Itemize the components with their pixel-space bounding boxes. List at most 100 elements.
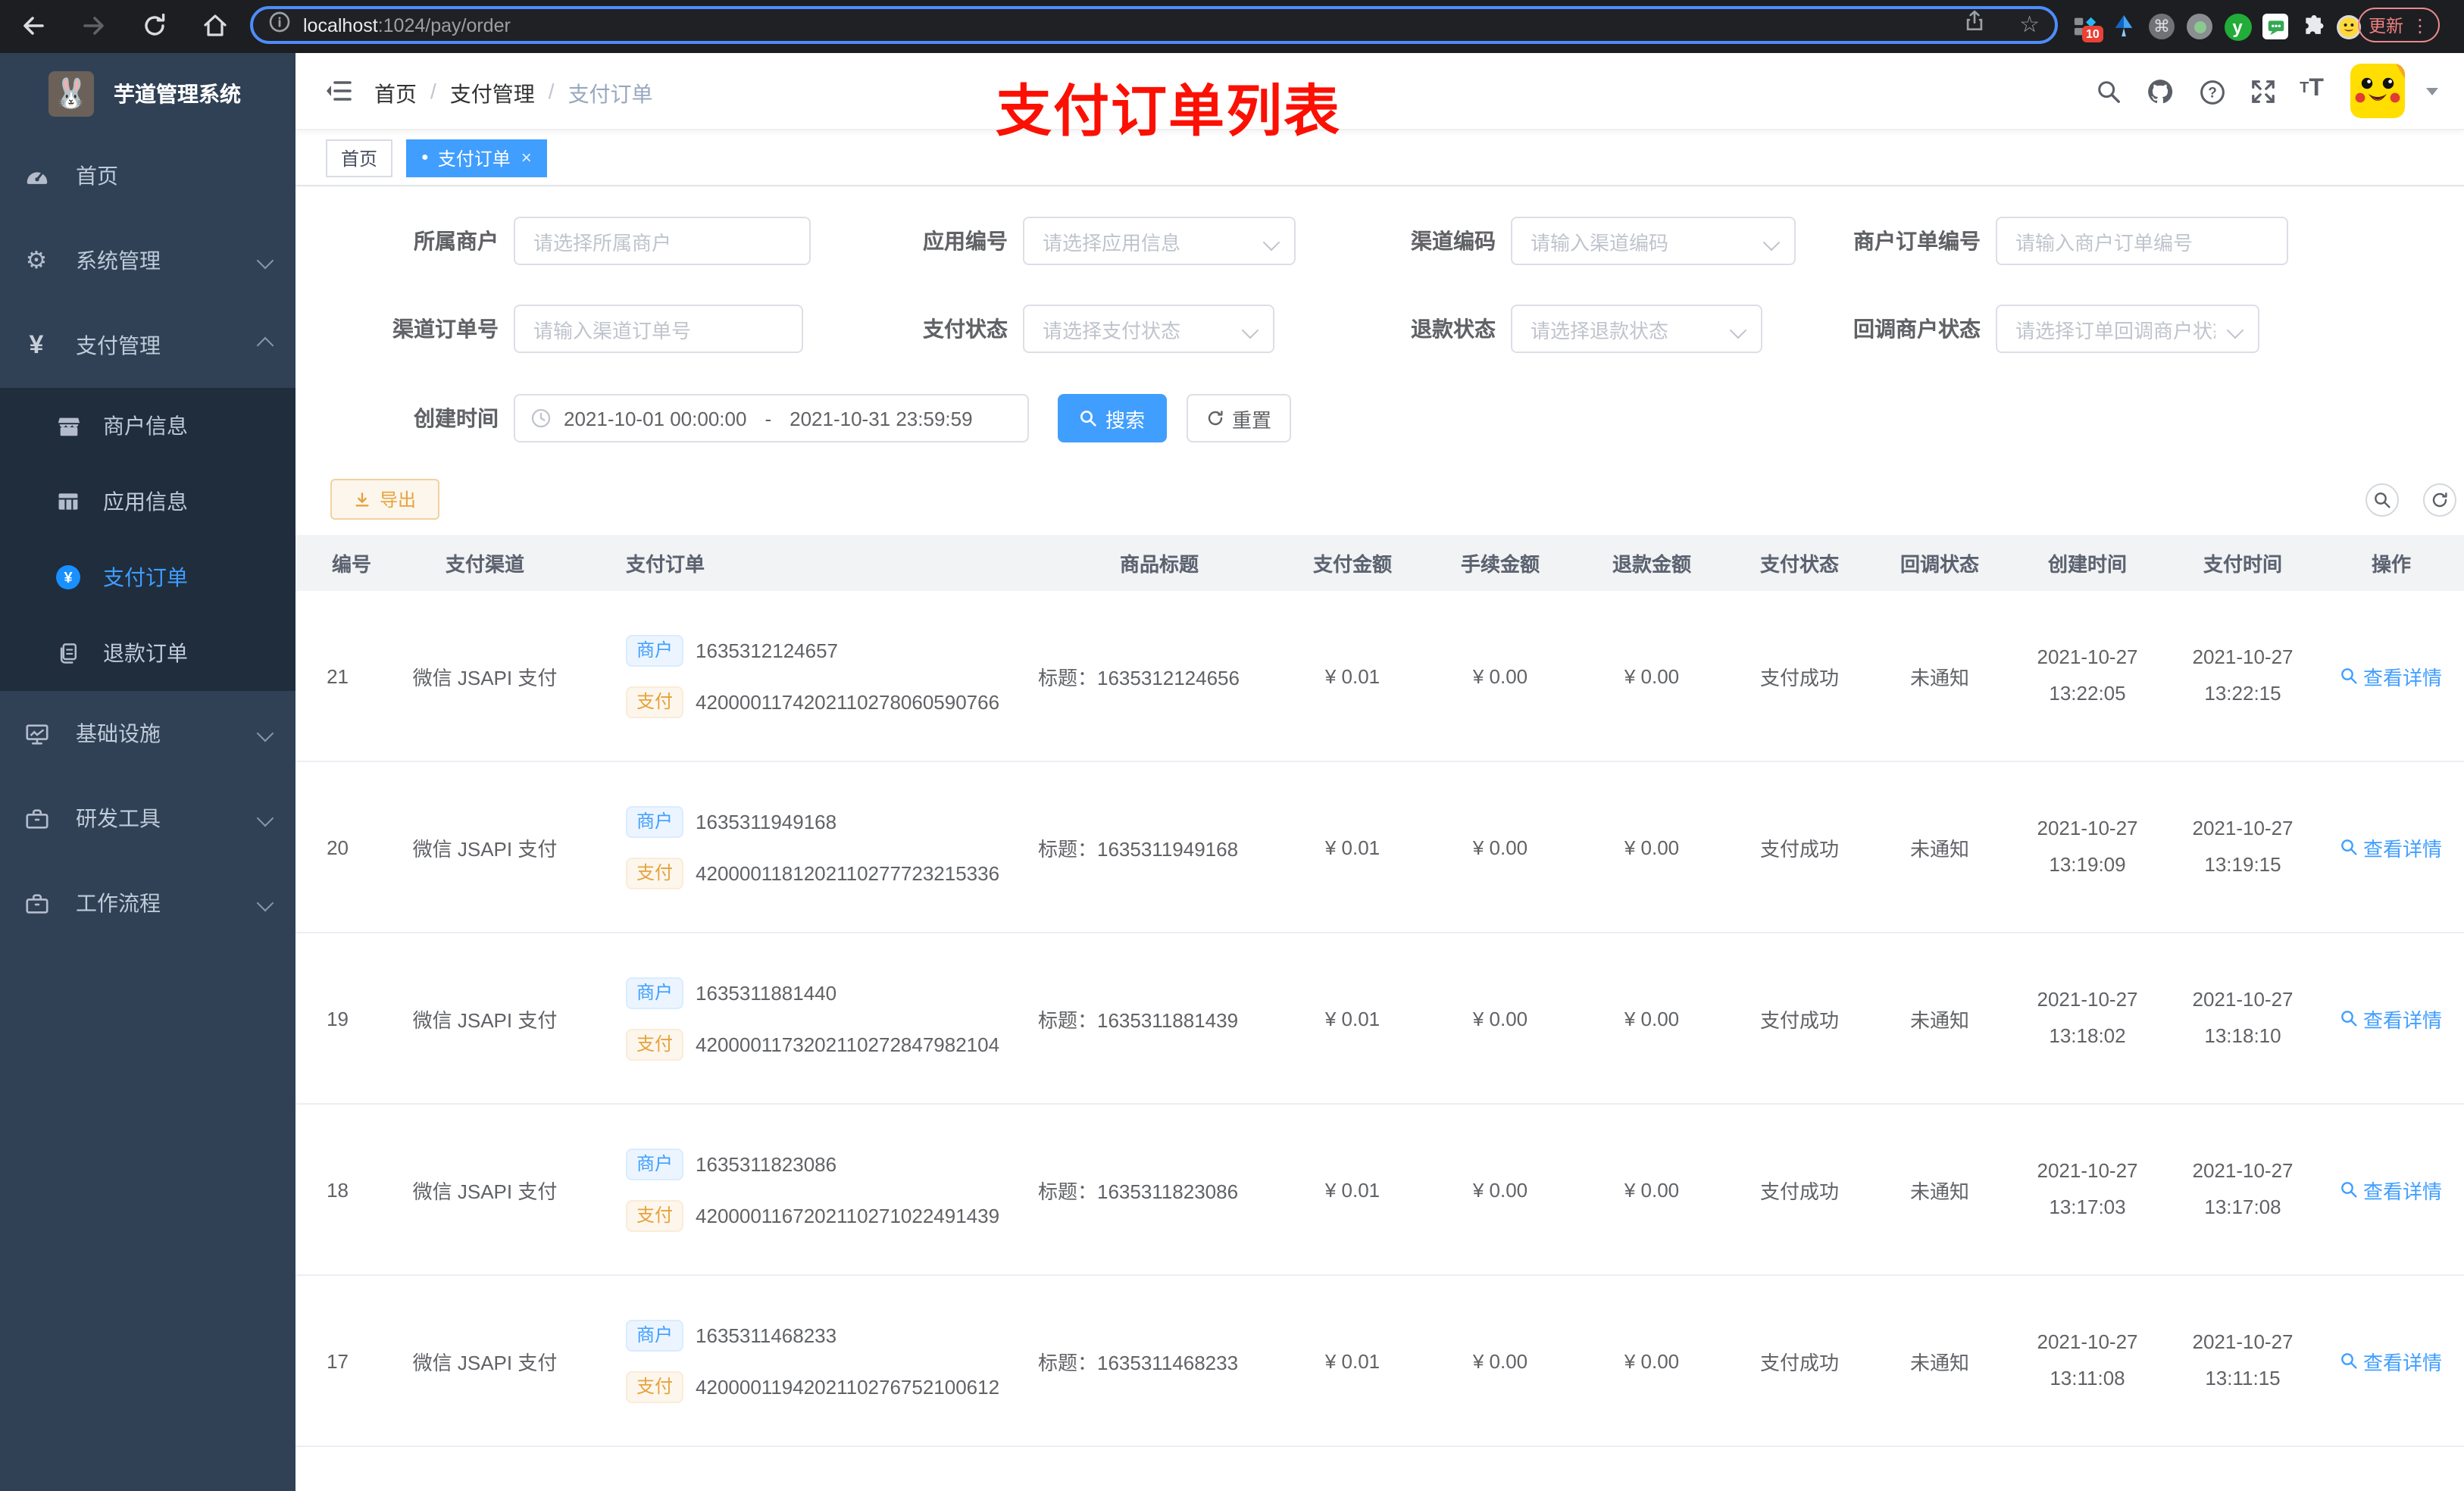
channel-code-select[interactable]: 请输入渠道编码 (1511, 217, 1796, 265)
chevron-down-icon (1762, 233, 1781, 252)
active-dot-icon: ● (421, 150, 429, 164)
font-size-icon[interactable]: TT (2297, 74, 2326, 103)
site-info-icon[interactable] (268, 10, 291, 40)
tag-home[interactable]: 首页 (326, 139, 393, 177)
cell-amount: ¥ 0.01 (1324, 664, 1381, 687)
extension-chat-icon[interactable] (2261, 12, 2290, 41)
header-search-icon[interactable] (2094, 77, 2123, 106)
table-header-row: 编号 支付渠道 支付订单 商品标题 支付金额 手续金额 退款金额 支付状态 回调… (295, 535, 2464, 591)
sidebar-item-dev-tools[interactable]: 研发工具 (0, 776, 295, 861)
placeholder: 请选择订单回调商户状态 (2015, 319, 2215, 342)
extensions-puzzle-icon[interactable] (2299, 12, 2328, 41)
extension-y-icon[interactable]: y (2223, 12, 2252, 41)
filter-label-merchant: 所属商户 (414, 229, 499, 253)
extension-command-icon[interactable]: ⌘ (2147, 12, 2176, 41)
github-icon[interactable] (2146, 77, 2175, 106)
create-time-range-input[interactable]: 2021-10-01 00:00:00 - 2021-10-31 23:59:5… (514, 394, 1029, 442)
browser-back-icon[interactable] (20, 12, 47, 39)
cell-title: 标题：1635311468233 (1038, 1351, 1239, 1374)
browser-reload-icon[interactable] (141, 12, 168, 39)
browser-update-button[interactable]: 更新 ⋮ (2358, 8, 2440, 42)
cell-notify-status: 未通知 (1909, 1180, 1969, 1202)
refresh-table-button[interactable] (2423, 483, 2456, 517)
avatar[interactable] (2350, 64, 2405, 118)
cell-pay-status: 支付成功 (1759, 1351, 1839, 1374)
filter-label-callback: 回调商户状态 (1853, 317, 1981, 341)
tag-pay-order-active[interactable]: ● 支付订单 × (406, 139, 547, 177)
extension-tasks-icon[interactable]: 10 (2072, 12, 2103, 42)
cell-amount: ¥ 0.01 (1324, 836, 1381, 858)
refund-status-select[interactable]: 请选择退款状态 (1511, 305, 1762, 353)
update-label: 更新 (2369, 17, 2403, 36)
cell-channel: 微信 JSAPI 支付 (412, 1008, 558, 1031)
col-header-amount: 支付金额 (1312, 553, 1392, 576)
cell-id: 21 (327, 664, 349, 687)
breadcrumb-home[interactable]: 首页 (374, 79, 417, 109)
extension-kite-icon[interactable] (2109, 12, 2138, 41)
sidebar-item-workflow[interactable]: 工作流程 (0, 861, 295, 946)
tag-close-icon[interactable]: × (521, 147, 532, 168)
cell-pay-status: 支付成功 (1759, 666, 1839, 689)
clock-icon (530, 408, 552, 429)
search-button[interactable]: 搜索 (1058, 394, 1167, 442)
fullscreen-icon[interactable] (2249, 77, 2278, 106)
cell-pay-order: 商户 1635311881440 支付 4200001173202110272847… (583, 933, 1038, 1103)
search-button-label: 搜索 (1105, 408, 1145, 431)
pay-order-no: 4200001174202110278060590766 (696, 690, 1000, 713)
browser-menu-icon[interactable]: ⋮ (2411, 14, 2429, 36)
cell-amount: ¥ 0.01 (1324, 1178, 1381, 1201)
sidebar-item-pay-order[interactable]: ¥ 支付订单 (0, 539, 295, 615)
browser-home-icon[interactable] (202, 12, 229, 39)
top-navbar: 首页 / 支付管理 / 支付订单 支付订单列表 ? T T (295, 53, 2464, 142)
cell-id: 19 (327, 1007, 349, 1030)
view-detail-link[interactable]: 查看详情 (2340, 1346, 2442, 1375)
documents-icon (50, 635, 86, 671)
sidebar-item-infra[interactable]: 基础设施 (0, 691, 295, 776)
breadcrumb-pay[interactable]: 支付管理 (450, 79, 535, 109)
pay-tag: 支付 (626, 1371, 684, 1402)
chevron-down-icon (256, 809, 274, 827)
browser-forward-icon[interactable] (80, 12, 108, 39)
sidebar-item-pay[interactable]: ¥ 支付管理 (0, 303, 295, 388)
cell-create-time: 2021-10-27 13:19:09 (2037, 817, 2138, 876)
help-icon[interactable]: ? (2197, 77, 2226, 106)
tags-view-bar: 首页 ● 支付订单 × (295, 130, 2464, 186)
export-button-label: 导出 (379, 489, 416, 511)
filter-label-channel-code: 渠道编码 (1411, 229, 1496, 253)
channel-order-input[interactable]: 请输入渠道订单号 (514, 305, 803, 353)
sidebar-item-system[interactable]: ⚙ 系统管理 (0, 218, 295, 303)
cell-pay-time: 2021-10-27 13:18:10 (2192, 988, 2294, 1047)
sidebar-item-home[interactable]: 首页 (0, 133, 295, 218)
view-detail-link[interactable]: 查看详情 (2340, 1004, 2442, 1033)
cell-refund: ¥ 0.00 (1624, 1349, 1680, 1372)
sidebar-item-app-info[interactable]: 应用信息 (0, 464, 295, 539)
address-bar[interactable]: localhost:1024/pay/order ☆ (250, 6, 2058, 44)
chevron-down-icon (1262, 233, 1280, 252)
sidebar-submenu-pay: 商户信息 应用信息 ¥ 支付订单 退款订单 (0, 388, 295, 691)
app-logo: 🐰 (48, 70, 94, 116)
merchant-select[interactable]: 请选择所属商户 (514, 217, 811, 265)
user-menu-caret-icon[interactable] (2426, 88, 2438, 95)
refresh-icon (1206, 409, 1224, 427)
share-icon[interactable] (1962, 9, 1986, 41)
sidebar-item-refund-order[interactable]: 退款订单 (0, 615, 295, 691)
cell-refund: ¥ 0.00 (1624, 1178, 1680, 1201)
col-header-create-time: 创建时间 (2047, 553, 2127, 576)
extension-recorder-icon[interactable] (2185, 12, 2214, 41)
app-select[interactable]: 请选择应用信息 (1023, 217, 1296, 265)
reset-button[interactable]: 重置 (1187, 394, 1291, 442)
callback-status-select[interactable]: 请选择订单回调商户状态 (1996, 305, 2259, 353)
bookmark-star-icon[interactable]: ☆ (2019, 14, 2040, 36)
view-detail-link[interactable]: 查看详情 (2340, 661, 2442, 690)
view-detail-link[interactable]: 查看详情 (2340, 1175, 2442, 1204)
merchant-order-input[interactable]: 请输入商户订单编号 (1996, 217, 2288, 265)
pay-status-select[interactable]: 请选择支付状态 (1023, 305, 1274, 353)
view-detail-link[interactable]: 查看详情 (2340, 833, 2442, 861)
export-button[interactable]: 导出 (330, 479, 439, 520)
page-annotation-title: 支付订单列表 (996, 80, 1341, 142)
collapse-menu-icon[interactable] (323, 76, 353, 106)
url-text[interactable]: localhost:1024/pay/order (303, 14, 511, 36)
sidebar-item-merchant-info[interactable]: 商户信息 (0, 388, 295, 464)
yen-icon: ¥ (29, 330, 44, 359)
toggle-search-button[interactable] (2366, 483, 2399, 517)
